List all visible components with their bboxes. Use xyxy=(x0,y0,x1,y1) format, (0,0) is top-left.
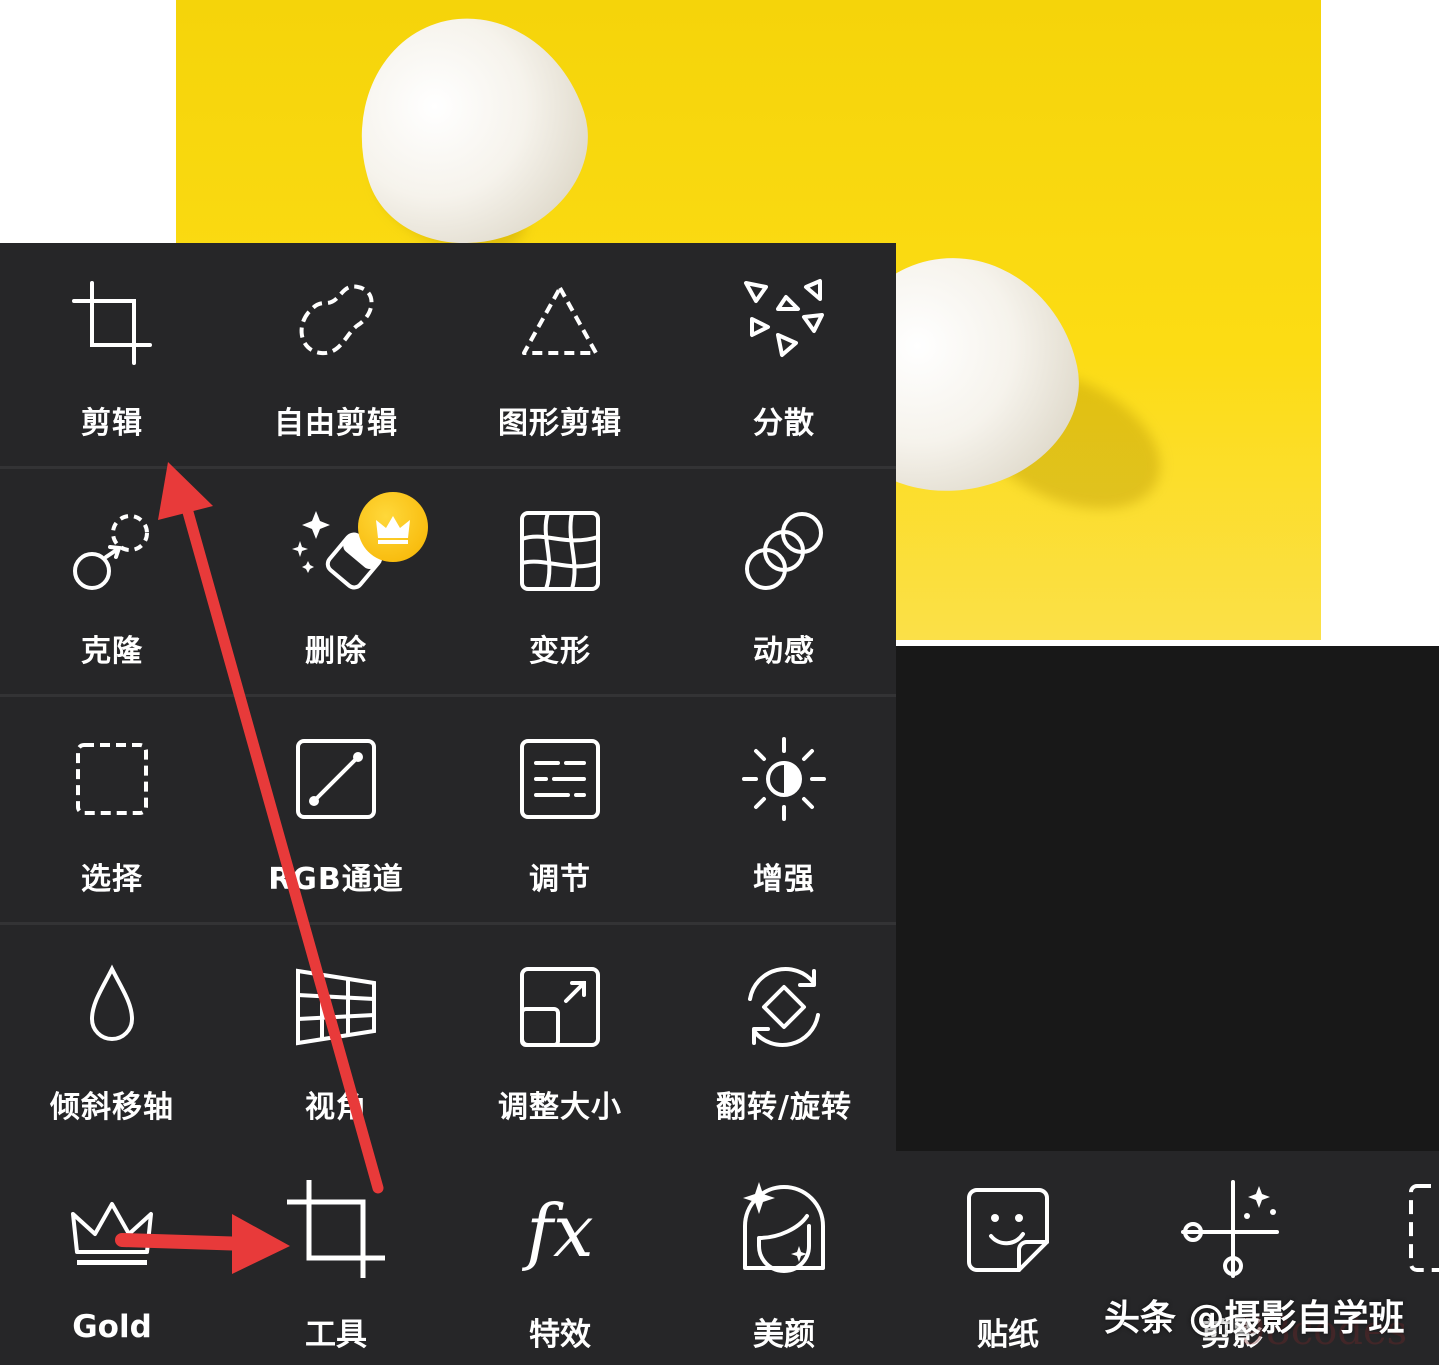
tool-rgb-channel[interactable]: RGB通道 xyxy=(224,699,448,925)
tab-label: 贴纸 xyxy=(977,1317,1039,1353)
tool-label: 分散 xyxy=(753,406,815,441)
tab-label: 特效 xyxy=(529,1317,591,1353)
tool-label: 视角 xyxy=(305,1090,367,1125)
tool-clone[interactable]: 克隆 xyxy=(0,471,224,697)
tab-beautify[interactable]: 美颜 xyxy=(672,1151,896,1365)
tab-label: 美颜 xyxy=(753,1317,815,1353)
crown-icon xyxy=(376,516,410,544)
tool-dispersion[interactable]: 分散 xyxy=(672,243,896,469)
tools-panel: 剪辑 自由剪辑 图形剪辑 分散 克隆 删除 变形 动感 选择 RGB通道 调节 … xyxy=(0,243,896,1151)
dispersion-icon xyxy=(744,279,824,357)
tool-motion[interactable]: 动感 xyxy=(672,471,896,697)
tool-label: 调节 xyxy=(529,862,591,897)
motion-icon xyxy=(745,512,823,590)
tool-shape-crop[interactable]: 图形剪辑 xyxy=(448,243,672,469)
flip-rotate-icon xyxy=(748,967,820,1047)
fx-icon: fx xyxy=(521,1189,593,1273)
tool-resize[interactable]: 调整大小 xyxy=(448,927,672,1153)
tab-gold[interactable]: Gold xyxy=(0,1151,224,1365)
crown-icon xyxy=(71,1202,153,1265)
premium-badge xyxy=(358,492,428,562)
tool-label: 删除 xyxy=(305,634,367,669)
tool-label: 选择 xyxy=(81,862,143,897)
free-crop-icon xyxy=(299,284,374,356)
text-icon xyxy=(1409,1184,1439,1272)
tool-label: RGB通道 xyxy=(268,862,404,897)
selection-icon xyxy=(76,743,148,815)
enhance-icon xyxy=(742,737,826,821)
tool-label: 剪辑 xyxy=(81,406,143,441)
svg-text:fx: fx xyxy=(521,1189,593,1273)
clone-icon xyxy=(73,514,149,590)
tool-crop[interactable]: 剪辑 xyxy=(0,243,224,469)
beautify-icon xyxy=(743,1182,825,1273)
tool-tilt-shift[interactable]: 倾斜移轴 xyxy=(0,927,224,1153)
tool-label: 变形 xyxy=(529,634,591,669)
tilt-shift-icon xyxy=(89,964,135,1041)
perspective-icon xyxy=(296,968,376,1046)
tool-selection[interactable]: 选择 xyxy=(0,699,224,925)
tab-effects[interactable]: fx 特效 xyxy=(448,1151,672,1365)
warp-icon xyxy=(520,511,600,591)
egg-image-1 xyxy=(328,0,614,272)
tool-label: 图形剪辑 xyxy=(498,406,622,441)
sticker-icon xyxy=(967,1188,1049,1272)
tool-warp[interactable]: 变形 xyxy=(448,471,672,697)
tool-free-crop[interactable]: 自由剪辑 xyxy=(224,243,448,469)
tool-label: 翻转/旋转 xyxy=(716,1090,852,1125)
tool-enhance[interactable]: 增强 xyxy=(672,699,896,925)
tool-label: 自由剪辑 xyxy=(274,406,398,441)
tab-tools[interactable]: 工具 xyxy=(224,1151,448,1365)
tab-stickers[interactable]: 贴纸 xyxy=(896,1151,1120,1365)
resize-icon xyxy=(520,967,600,1047)
tool-label: 动感 xyxy=(753,634,815,669)
tab-label: Gold xyxy=(72,1309,152,1345)
tool-flip-rotate[interactable]: 翻转/旋转 xyxy=(672,927,896,1153)
shape-crop-icon xyxy=(522,286,598,355)
adjust-icon xyxy=(520,739,600,819)
tool-label: 增强 xyxy=(753,862,815,897)
tool-perspective[interactable]: 视角 xyxy=(224,927,448,1153)
tool-label: 倾斜移轴 xyxy=(50,1090,174,1125)
tab-label: 工具 xyxy=(305,1317,367,1353)
cutout-icon xyxy=(1181,1180,1279,1278)
curves-icon xyxy=(296,739,376,819)
tool-adjust[interactable]: 调节 xyxy=(448,699,672,925)
tool-label: 调整大小 xyxy=(498,1090,622,1125)
canvas-background xyxy=(896,646,1439,1151)
crop-icon xyxy=(287,1180,385,1278)
crop-icon xyxy=(72,281,152,365)
source-watermark: 头条 @摄影自学班 xyxy=(1104,1298,1405,1339)
tool-label: 克隆 xyxy=(81,634,143,669)
